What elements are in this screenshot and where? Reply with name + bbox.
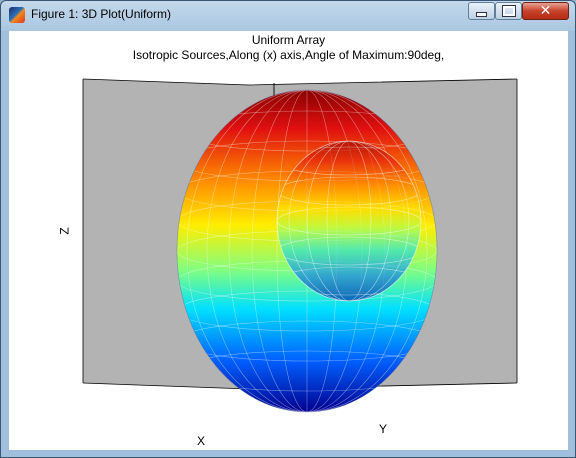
- minimize-button[interactable]: [468, 2, 495, 20]
- z-axis-label: Z: [57, 227, 72, 235]
- figure-canvas[interactable]: Uniform Array Isotropic Sources,Along (x…: [9, 31, 568, 450]
- pattern-surface: [176, 89, 438, 413]
- maximize-button[interactable]: [495, 2, 522, 20]
- inner-lobe: [276, 140, 422, 302]
- y-axis-label: Y: [379, 422, 388, 436]
- close-icon: ✕: [539, 3, 552, 19]
- maximize-icon: [501, 5, 516, 17]
- x-axis-label: X: [197, 434, 206, 448]
- title-bar[interactable]: Figure 1: 3D Plot(Uniform) ✕: [1, 1, 575, 29]
- close-button[interactable]: ✕: [522, 2, 569, 20]
- surface-plot[interactable]: [9, 31, 568, 450]
- window-title: Figure 1: 3D Plot(Uniform): [31, 7, 172, 21]
- figure-window: Figure 1: 3D Plot(Uniform) ✕ Uniform Arr…: [0, 0, 576, 458]
- minimize-icon: [476, 11, 487, 17]
- matlab-icon: [9, 7, 25, 23]
